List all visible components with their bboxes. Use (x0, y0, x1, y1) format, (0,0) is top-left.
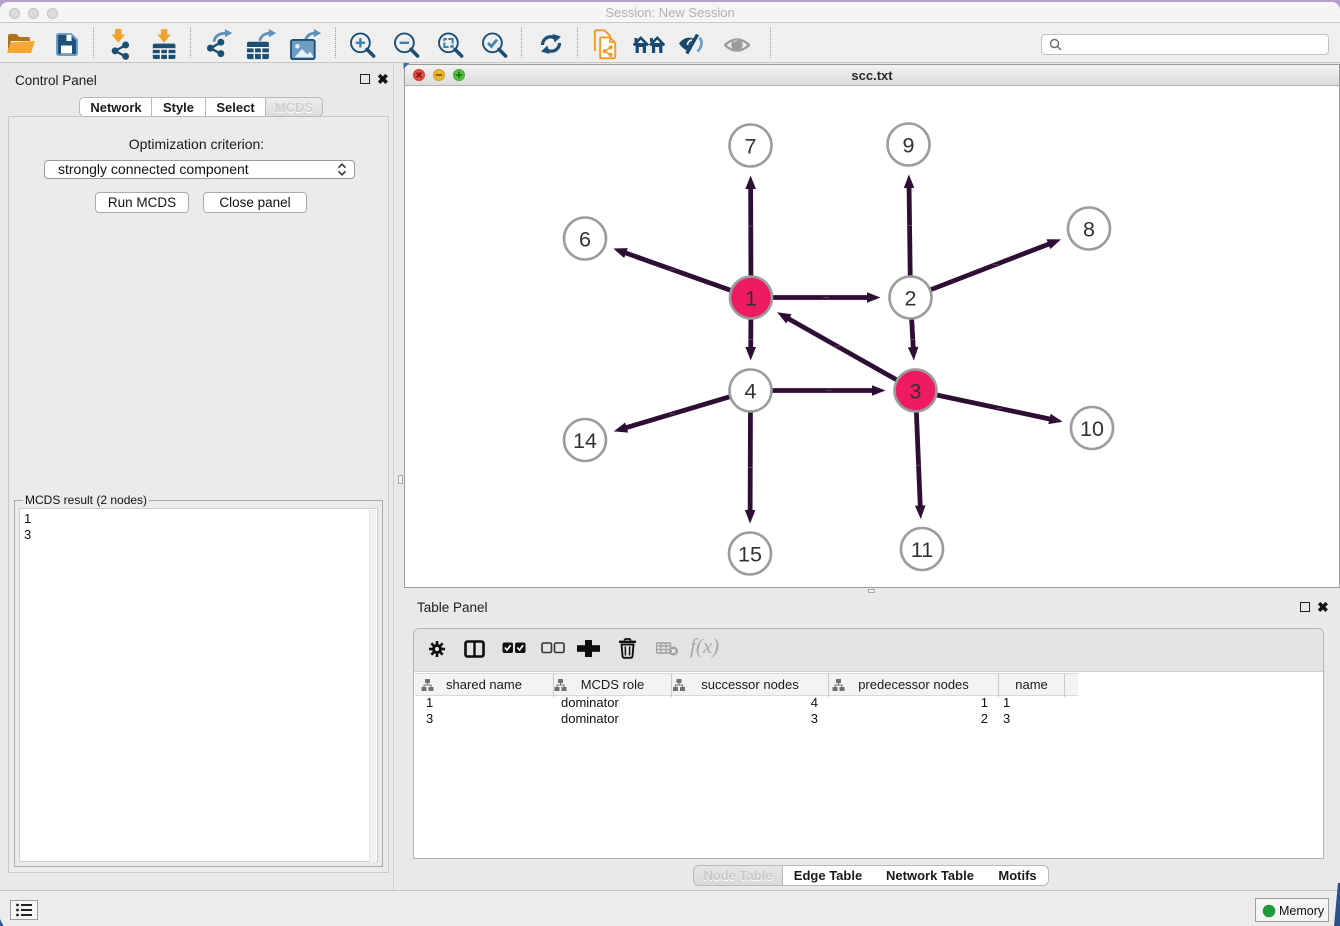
svg-text:8: 8 (1083, 217, 1095, 241)
svg-text:15: 15 (738, 542, 762, 566)
svg-text:1: 1 (745, 286, 757, 310)
svg-text:14: 14 (573, 429, 597, 453)
svg-text:6: 6 (579, 227, 591, 251)
svg-text:4: 4 (745, 379, 757, 403)
svg-text:9: 9 (903, 133, 915, 157)
svg-text:7: 7 (745, 134, 757, 158)
svg-text:10: 10 (1080, 417, 1104, 441)
svg-text:3: 3 (910, 379, 922, 403)
svg-text:11: 11 (911, 538, 933, 562)
svg-text:2: 2 (905, 286, 917, 310)
